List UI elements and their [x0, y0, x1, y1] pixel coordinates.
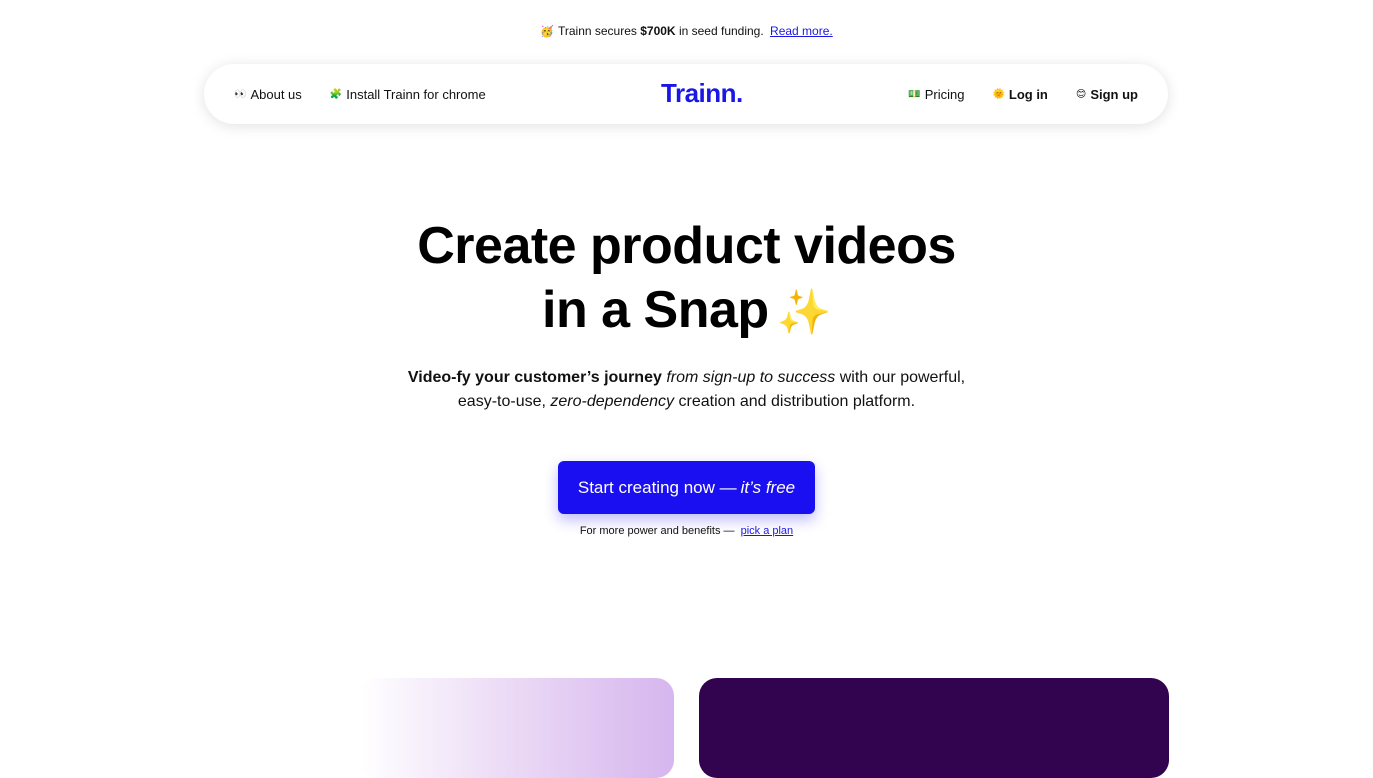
nav-right: 💵 Pricing 🌞 Log in 😊 Sign up — [908, 64, 1138, 124]
party-icon: 🥳 — [540, 26, 554, 38]
hero-title: Create product videos in a Snap ✨ — [0, 214, 1373, 345]
hero-sub-text3: creation and distribution platform. — [678, 393, 916, 410]
trainn-logo[interactable]: Trainn. — [661, 78, 743, 109]
nav-login[interactable]: 🌞 Log in — [992, 87, 1047, 102]
hero-sub-bold: Video-fy your customer’s journey — [407, 369, 662, 386]
hero-title-line1: Create product videos — [417, 217, 956, 275]
start-creating-button[interactable]: Start creating now — it’s free — [558, 461, 815, 514]
announcement-amount: $700K — [640, 24, 676, 38]
nav-left: 👀 About us 🧩 Install Trainn for chrome — [234, 64, 486, 124]
money-icon: 💵 — [908, 88, 921, 100]
feature-card-dark — [699, 678, 1169, 778]
cta-label: Start creating now — — [577, 477, 737, 497]
pick-a-plan-link[interactable]: pick a plan — [741, 525, 794, 537]
smile-icon: 😊 — [1075, 88, 1087, 100]
hero-sub-italic2: zero-dependency — [550, 393, 675, 410]
hero-subtitle-line1: Video-fy your customer’s journey from si… — [0, 366, 1373, 390]
announcement-prefix: Trainn secures — [557, 24, 637, 38]
sparkles-icon: ✨ — [776, 288, 832, 337]
hero-sub-text1: with our powerful, — [839, 369, 966, 386]
hero-subtitle-line2: easy-to-use, zero-dependency creation an… — [0, 390, 1373, 414]
nav-install-chrome[interactable]: 🧩 Install Trainn for chrome — [330, 87, 486, 102]
cta-italic: it’s free — [740, 477, 796, 497]
nav-install-label: Install Trainn for chrome — [346, 86, 486, 102]
hero-sub-text2: easy-to-use, — [457, 393, 546, 410]
hero-subtitle: Video-fy your customer’s journey from si… — [0, 366, 1373, 414]
announcement-suffix: in seed funding. — [678, 24, 764, 38]
announcement-bar: 🥳 Trainn secures $700K in seed funding. R… — [0, 24, 1373, 38]
nav-signup[interactable]: 😊 Sign up — [1076, 87, 1138, 102]
nav-login-label: Log in — [1008, 86, 1048, 102]
navbar: 👀 About us 🧩 Install Trainn for chrome T… — [204, 64, 1168, 124]
plan-note: For more power and benefits — pick a pla… — [0, 525, 1373, 537]
nav-pricing-label: Pricing — [924, 86, 965, 102]
sun-icon: 🌞 — [992, 88, 1005, 100]
eyes-icon: 👀 — [234, 88, 247, 100]
feature-card-gradient — [360, 678, 674, 778]
nav-about-us[interactable]: 👀 About us — [234, 87, 302, 102]
hero-title-line2-wrap: in a Snap ✨ — [0, 278, 1373, 345]
read-more-link[interactable]: Read more. — [770, 24, 833, 38]
nav-about-label: About us — [250, 86, 302, 102]
puzzle-icon: 🧩 — [329, 88, 343, 100]
nav-signup-label: Sign up — [1090, 86, 1138, 102]
hero-title-line2: in a Snap — [542, 281, 769, 339]
nav-pricing[interactable]: 💵 Pricing — [908, 87, 964, 102]
plan-note-text: For more power and benefits — — [579, 525, 735, 537]
hero-sub-italic: from sign-up to success — [666, 369, 836, 386]
